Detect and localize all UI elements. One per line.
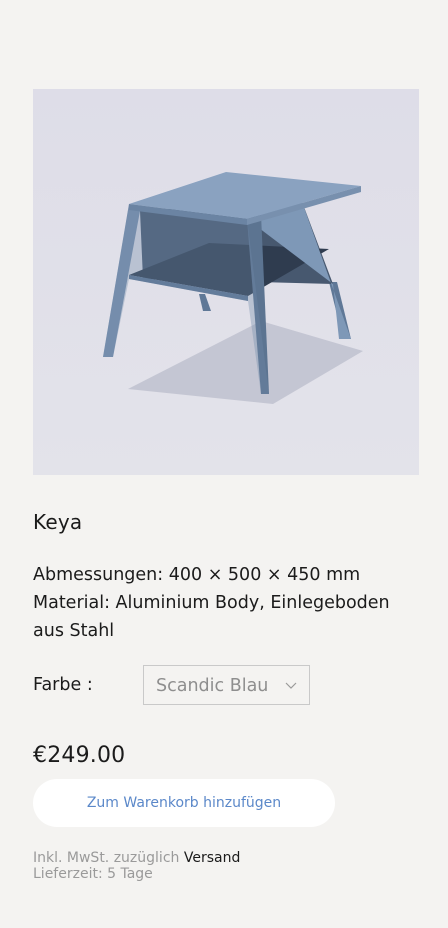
chevron-down-icon (285, 682, 297, 689)
product-image (33, 89, 419, 475)
tax-shipping-note: Inkl. MwSt. zuzüglich Versand Lieferzeit… (33, 850, 240, 882)
add-to-cart-button[interactable]: Zum Warenkorb hinzufügen (33, 779, 335, 827)
dimensions-text: Abmessungen: 400 × 500 × 450 mm (33, 565, 361, 585)
material-text-line1: Material: Aluminium Body, Einlegeboden (33, 593, 390, 613)
color-select[interactable]: Scandic Blau (143, 665, 310, 705)
delivery-time: Lieferzeit: 5 Tage (33, 866, 153, 882)
product-price: €249.00 (33, 743, 126, 768)
product-specs: Abmessungen: 400 × 500 × 450 mm Material… (33, 561, 413, 645)
color-selector-row: Farbe : Scandic Blau (33, 665, 333, 707)
shipping-link[interactable]: Versand (184, 850, 241, 866)
tax-text: Inkl. MwSt. zuzüglich (33, 850, 184, 866)
product-title: Keya (33, 510, 83, 534)
side-table-illustration (33, 89, 419, 475)
material-text-line2: aus Stahl (33, 621, 115, 641)
color-select-value: Scandic Blau (156, 676, 269, 696)
color-label: Farbe : (33, 675, 93, 695)
